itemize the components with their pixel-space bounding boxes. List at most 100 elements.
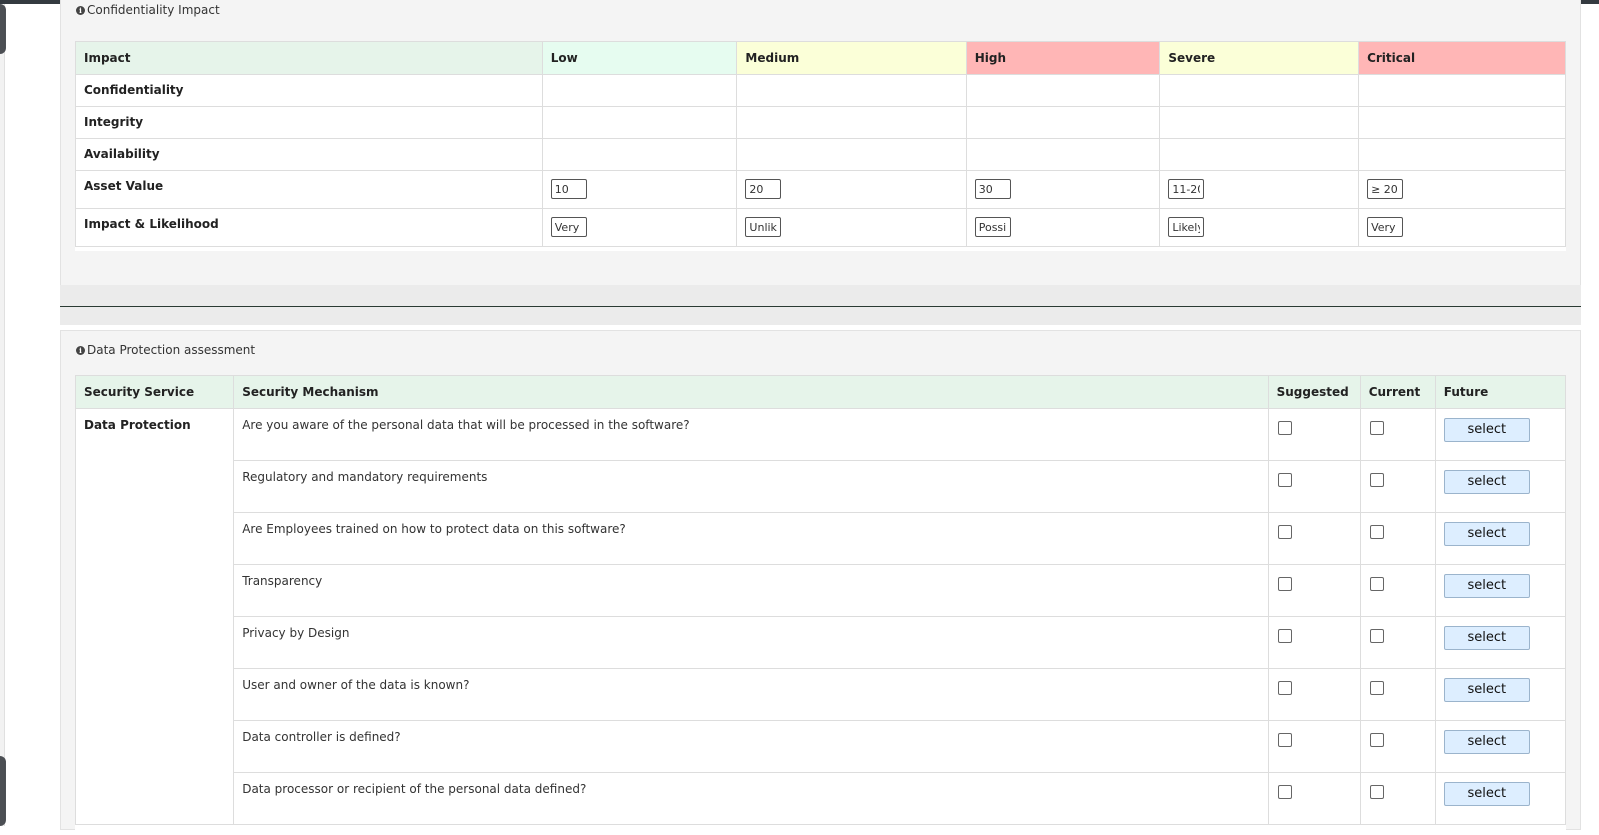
cell-high [965, 74, 1161, 107]
current-checkbox[interactable] [1369, 525, 1384, 539]
header-current: Current [1359, 375, 1436, 409]
asset-value-medium-input[interactable] [745, 179, 782, 199]
asset-value-severe-input[interactable] [1168, 179, 1205, 199]
assessment-table: Security Service Security Mechanism Sugg… [74, 375, 1567, 825]
current-cell [1359, 668, 1436, 721]
cell-low [541, 106, 738, 139]
info-icon: i [76, 345, 85, 355]
current-checkbox[interactable] [1369, 629, 1384, 643]
suggested-cell [1267, 408, 1361, 461]
impact-row-availability: Availability [75, 138, 1566, 171]
table-row: User and owner of the data is known? sel… [76, 668, 1567, 721]
row-label: Asset Value [75, 170, 543, 209]
likelihood-medium-input[interactable] [745, 217, 782, 237]
select-button[interactable]: select [1443, 782, 1530, 806]
suggested-cell [1267, 616, 1361, 669]
confidentiality-impact-title: Confidentiality Impact [87, 3, 220, 17]
future-cell: select [1434, 512, 1567, 565]
suggested-cell [1267, 564, 1361, 617]
current-checkbox[interactable] [1369, 473, 1384, 487]
likelihood-critical-input[interactable] [1367, 217, 1404, 237]
current-cell [1359, 772, 1436, 825]
header-security-mechanism: Security Mechanism [233, 375, 1269, 409]
section-divider-line [60, 306, 1581, 307]
select-button[interactable]: select [1443, 730, 1530, 754]
future-cell: select [1434, 408, 1567, 461]
confidentiality-impact-section: i Confidentiality Impact Impact Low Medi… [60, 0, 1581, 286]
current-checkbox[interactable] [1369, 681, 1384, 695]
asset-value-high-input[interactable] [974, 179, 1011, 199]
suggested-checkbox[interactable] [1277, 421, 1292, 435]
cell-critical [1358, 170, 1566, 209]
mechanism-text: User and owner of the data is known? [233, 668, 1269, 721]
impact-table: Impact Low Medium High Severe Critical C… [75, 41, 1566, 247]
cell-medium [736, 170, 967, 209]
impact-row-integrity: Integrity [75, 106, 1566, 139]
cell-low [541, 74, 738, 107]
suggested-checkbox[interactable] [1277, 785, 1292, 799]
mechanism-text: Data controller is defined? [233, 720, 1269, 773]
assessment-table-panel: Security Service Security Mechanism Sugg… [74, 375, 1567, 835]
cell-low [541, 138, 738, 171]
impact-row-asset-value: Asset Value [75, 170, 1566, 209]
mechanism-text: Are you aware of the personal data that … [233, 408, 1269, 461]
suggested-cell [1267, 668, 1361, 721]
security-service-cell: Data Protection [74, 408, 235, 825]
select-button[interactable]: select [1443, 418, 1530, 442]
suggested-checkbox[interactable] [1277, 473, 1292, 487]
suggested-cell [1267, 512, 1361, 565]
suggested-checkbox[interactable] [1277, 629, 1292, 643]
future-cell: select [1434, 460, 1567, 513]
current-cell [1359, 564, 1436, 617]
current-cell [1359, 460, 1436, 513]
current-checkbox[interactable] [1369, 421, 1384, 435]
suggested-checkbox[interactable] [1277, 525, 1292, 539]
mechanism-text: Privacy by Design [233, 616, 1269, 669]
cell-severe [1159, 170, 1360, 209]
select-button[interactable]: select [1443, 470, 1530, 494]
header-low: Low [541, 41, 738, 75]
left-edge-shadow [0, 756, 6, 826]
data-protection-title: Data Protection assessment [87, 343, 256, 357]
suggested-checkbox[interactable] [1277, 733, 1292, 747]
header-medium: Medium [736, 41, 967, 75]
cell-medium [736, 74, 967, 107]
asset-value-low-input[interactable] [550, 179, 587, 199]
select-button[interactable]: select [1443, 574, 1530, 598]
likelihood-high-input[interactable] [974, 217, 1011, 237]
section-title: i Data Protection assessment [76, 343, 255, 357]
row-label: Availability [75, 138, 543, 171]
suggested-checkbox[interactable] [1277, 681, 1292, 695]
future-cell: select [1434, 668, 1567, 721]
cell-severe [1159, 74, 1360, 107]
left-edge-shadow [0, 4, 6, 54]
future-cell: select [1434, 720, 1567, 773]
cell-severe [1159, 106, 1360, 139]
select-button[interactable]: select [1443, 522, 1530, 546]
likelihood-severe-input[interactable] [1168, 217, 1205, 237]
impact-header-row: Impact Low Medium High Severe Critical [75, 41, 1566, 75]
impact-row-confidentiality: Confidentiality [75, 74, 1566, 107]
current-checkbox[interactable] [1369, 785, 1384, 799]
table-row: Data controller is defined? select [76, 720, 1567, 773]
likelihood-low-input[interactable] [550, 217, 587, 237]
current-checkbox[interactable] [1369, 733, 1384, 747]
select-button[interactable]: select [1443, 626, 1530, 650]
asset-value-critical-input[interactable] [1367, 179, 1404, 199]
mechanism-text: Regulatory and mandatory requirements [233, 460, 1269, 513]
header-severe: Severe [1159, 41, 1360, 75]
cell-high [965, 208, 1161, 247]
header-suggested: Suggested [1267, 375, 1361, 409]
future-cell: select [1434, 772, 1567, 825]
left-edge-strip [0, 4, 5, 826]
cell-critical [1358, 208, 1566, 247]
table-row: Data processor or recipient of the perso… [76, 772, 1567, 825]
row-label: Confidentiality [75, 74, 543, 107]
current-cell [1359, 616, 1436, 669]
suggested-cell [1267, 460, 1361, 513]
table-row: Are Employees trained on how to protect … [76, 512, 1567, 565]
current-checkbox[interactable] [1369, 577, 1384, 591]
suggested-checkbox[interactable] [1277, 577, 1292, 591]
select-button[interactable]: select [1443, 678, 1530, 702]
suggested-cell [1267, 772, 1361, 825]
